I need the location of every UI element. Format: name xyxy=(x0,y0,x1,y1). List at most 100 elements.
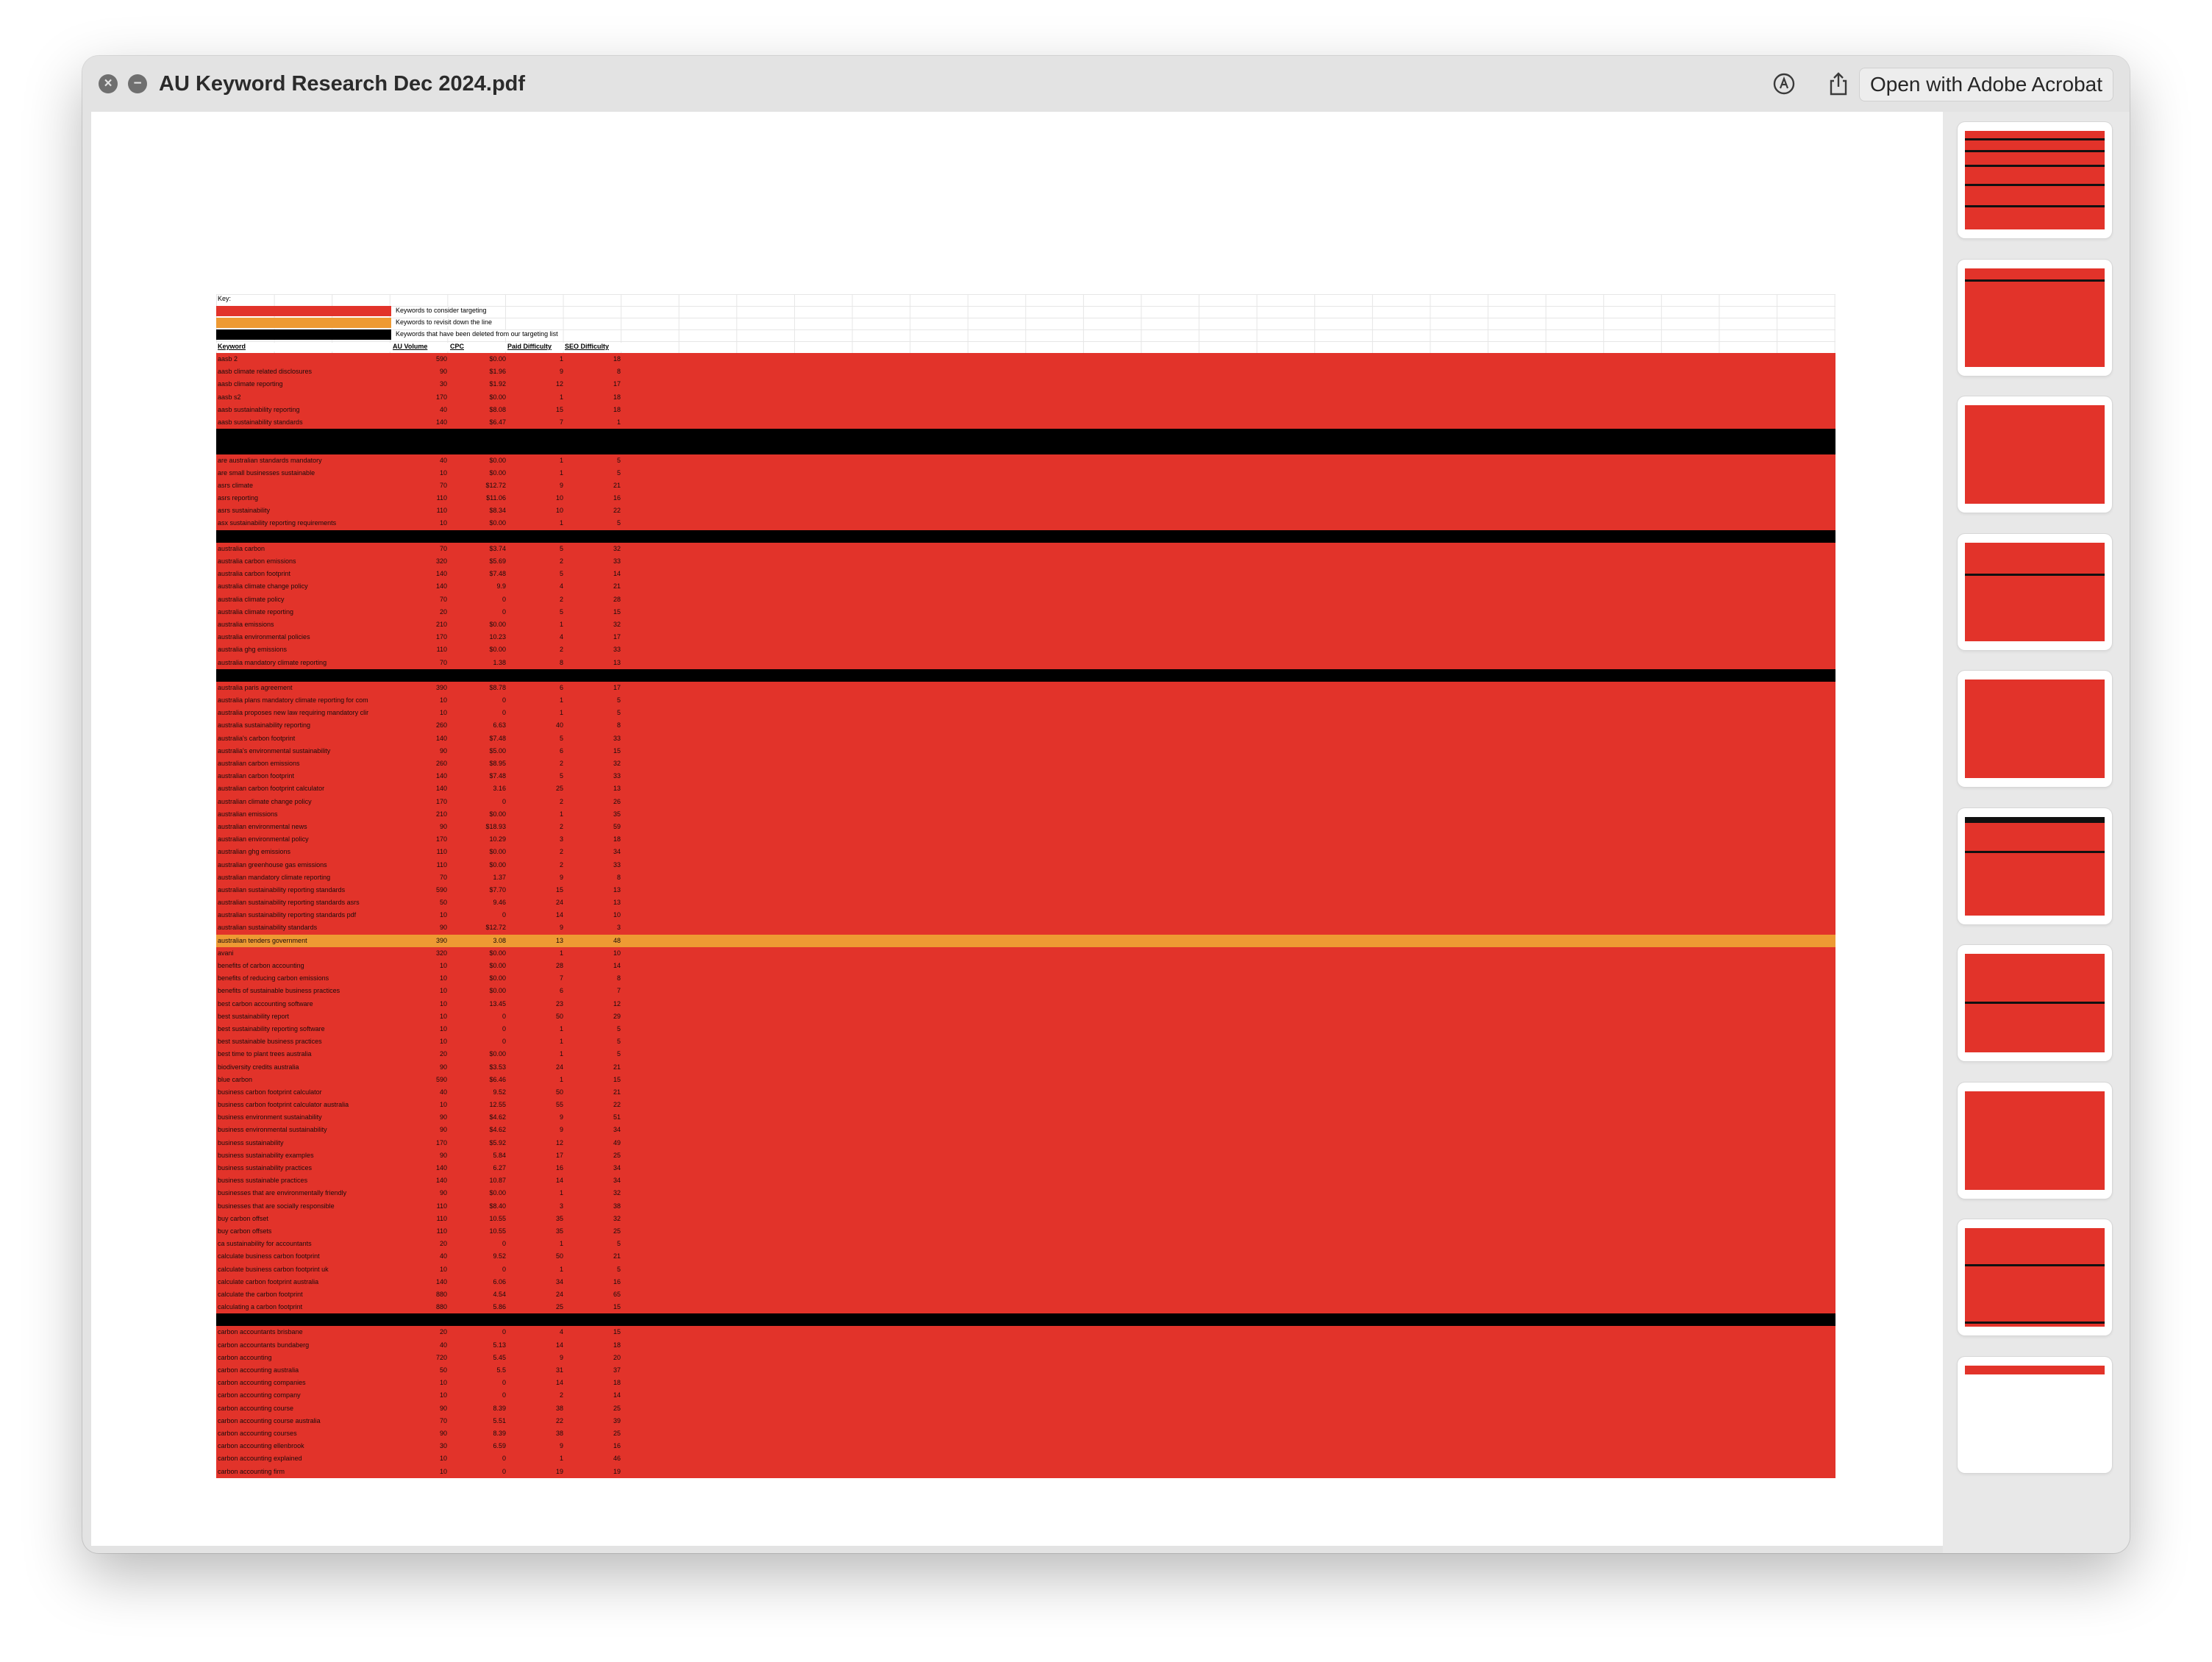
table-row: australian sustainability reporting stan… xyxy=(216,909,1835,922)
table-row: carbon accounting companies 10 0 14 18 xyxy=(216,1377,1835,1390)
keyword-cell: australia's environmental sustainability xyxy=(218,746,331,755)
keyword-cell: benefits of carbon accounting xyxy=(218,962,304,969)
volume-cell: 170 xyxy=(435,1138,447,1146)
table-row: carbon accountants bundaberg 40 5.13 14 18 xyxy=(216,1338,1835,1352)
seo-difficulty-cell: 16 xyxy=(613,494,621,502)
keyword-cell: carbon accounting australia xyxy=(218,1366,299,1374)
seo-difficulty-cell: 29 xyxy=(613,1012,621,1020)
keyword-cell: australian carbon footprint xyxy=(218,772,295,780)
open-with-acrobat-button[interactable]: Open with Adobe Acrobat xyxy=(1859,68,2113,101)
deleted-row xyxy=(216,529,1835,543)
keyword-cell: business sustainability xyxy=(218,1138,284,1146)
paid-difficulty-cell: 10 xyxy=(555,494,563,502)
table-row: business sustainable practices 140 10.87 14… xyxy=(216,1174,1835,1188)
page-thumbnail[interactable] xyxy=(1958,533,2112,650)
table-row: business sustainability examples 90 5.84 17… xyxy=(216,1149,1835,1162)
seo-difficulty-cell: 33 xyxy=(613,734,621,742)
seo-difficulty-cell: 5 xyxy=(616,696,621,705)
paid-difficulty-cell: 16 xyxy=(555,1164,563,1171)
seo-difficulty-cell: 12 xyxy=(613,999,621,1007)
cpc-cell: 0 xyxy=(502,607,506,616)
page-thumbnail[interactable] xyxy=(1958,1356,2112,1473)
volume-cell: 10 xyxy=(439,999,447,1007)
volume-cell: 70 xyxy=(439,1416,447,1424)
cpc-cell: $0.00 xyxy=(489,519,506,527)
seo-difficulty-cell: 59 xyxy=(613,822,621,830)
volume-cell: 110 xyxy=(436,848,447,856)
header-cpc: CPC xyxy=(450,343,465,350)
table-row: australia sustainability reporting 260 6.6… xyxy=(216,719,1835,732)
volume-cell: 170 xyxy=(435,633,447,641)
paid-difficulty-cell: 38 xyxy=(555,1404,563,1412)
volume-cell: 880 xyxy=(435,1303,447,1311)
volume-cell: 140 xyxy=(435,1277,447,1285)
thumbnail-deleted-bar xyxy=(1965,279,2105,282)
page-thumbnail[interactable] xyxy=(1958,671,2112,787)
seo-difficulty-cell: 33 xyxy=(613,557,621,565)
page-thumbnail[interactable] xyxy=(1958,945,2112,1061)
keyword-cell: carbon accountants brisbane xyxy=(218,1328,303,1336)
seo-difficulty-cell: 8 xyxy=(616,721,621,730)
keyword-cell: australian environmental news xyxy=(218,822,307,830)
page-thumbnail[interactable] xyxy=(1958,396,2112,513)
cpc-cell: 9.46 xyxy=(493,899,506,907)
deleted-row xyxy=(216,441,1835,454)
page-thumbnail[interactable] xyxy=(1958,122,2112,238)
cpc-cell: $0.00 xyxy=(489,468,506,477)
seo-difficulty-cell: 25 xyxy=(613,1227,621,1235)
paid-difficulty-cell: 1 xyxy=(559,519,563,527)
page-thumbnail[interactable] xyxy=(1958,1219,2112,1335)
keyword-cell: calculate business carbon footprint uk xyxy=(218,1265,329,1273)
table-row: australian mandatory climate reporting 70… xyxy=(216,871,1835,884)
seo-difficulty-cell: 34 xyxy=(613,848,621,856)
volume-cell: 140 xyxy=(435,734,447,742)
seo-difficulty-cell: 19 xyxy=(613,1467,621,1475)
markup-pen-icon[interactable] xyxy=(1771,71,1797,97)
cpc-cell: $8.08 xyxy=(489,405,506,413)
volume-cell: 90 xyxy=(439,822,447,830)
keyword-cell: australian carbon emissions xyxy=(218,760,300,767)
seo-difficulty-cell: 5 xyxy=(616,456,621,464)
keyword-cell: australia sustainability reporting xyxy=(218,721,311,730)
cpc-cell: $7.48 xyxy=(489,772,506,780)
paid-difficulty-cell: 19 xyxy=(555,1467,563,1475)
keyword-cell: australian greenhouse gas emissions xyxy=(218,860,327,869)
cpc-cell: 0 xyxy=(502,709,506,717)
table-row: carbon accounting ellenbrook 30 6.59 9 16 xyxy=(216,1440,1835,1453)
cpc-cell: $0.00 xyxy=(489,1189,506,1197)
cpc-cell: 10.55 xyxy=(489,1227,506,1235)
keyword-cell: australia climate change policy xyxy=(218,582,308,591)
cpc-cell: $0.00 xyxy=(489,962,506,969)
seo-difficulty-cell: 16 xyxy=(613,1442,621,1450)
keyword-cell: calculating a carbon footprint xyxy=(218,1303,303,1311)
cpc-cell: 0 xyxy=(502,1012,506,1020)
volume-cell: 110 xyxy=(436,494,447,502)
table-row: businesses that are socially responsible… xyxy=(216,1199,1835,1213)
volume-cell: 390 xyxy=(435,936,447,944)
paid-difficulty-cell: 24 xyxy=(555,1290,563,1298)
keyword-cell: benefits of sustainable business practic… xyxy=(218,987,340,995)
seo-difficulty-cell: 18 xyxy=(613,355,621,363)
seo-difficulty-cell: 46 xyxy=(613,1455,621,1463)
table-row: australia ghg emissions 110 $0.00 2 33 xyxy=(216,643,1835,657)
share-icon[interactable] xyxy=(1825,71,1852,97)
cpc-cell: 0 xyxy=(502,797,506,805)
page-thumbnail[interactable] xyxy=(1958,807,2112,924)
minus-circle-icon[interactable]: − xyxy=(128,74,147,93)
keyword-cell: business carbon footprint calculator xyxy=(218,1088,322,1096)
keyword-cell: carbon accounting course xyxy=(218,1404,294,1412)
volume-cell: 70 xyxy=(439,481,447,489)
table-row: australia's environmental sustainability… xyxy=(216,744,1835,757)
volume-cell: 110 xyxy=(436,1227,447,1235)
volume-cell: 10 xyxy=(439,1038,447,1046)
volume-cell: 90 xyxy=(439,1063,447,1071)
cpc-cell: 0 xyxy=(502,1379,506,1387)
table-row: aasb sustainability standards 140 $6.47 7 1 xyxy=(216,416,1835,429)
page-thumbnail[interactable] xyxy=(1958,1082,2112,1199)
seo-difficulty-cell: 5 xyxy=(616,1265,621,1273)
close-icon[interactable]: × xyxy=(99,74,118,93)
seo-difficulty-cell: 33 xyxy=(613,772,621,780)
volume-cell: 260 xyxy=(435,721,447,730)
paid-difficulty-cell: 1 xyxy=(559,1240,563,1248)
page-thumbnail[interactable] xyxy=(1958,259,2112,376)
